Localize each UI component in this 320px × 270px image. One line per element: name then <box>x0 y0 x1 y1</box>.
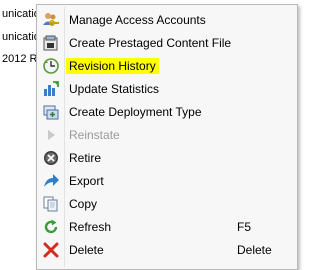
menu-item-label: Export <box>69 174 104 189</box>
menu-item-label: Update Statistics <box>69 81 160 96</box>
menu-item-label: Create Deployment Type <box>69 104 202 119</box>
shortcut-label: F5 <box>237 220 252 235</box>
menu-item-copy[interactable]: Copy <box>37 193 297 216</box>
menu-item-label: Revision History <box>66 57 159 74</box>
copy-icon <box>37 193 65 215</box>
context-menu: Manage Access Accounts Create Prestaged … <box>36 4 298 270</box>
menu-item-label: Manage Access Accounts <box>69 12 206 27</box>
list-item[interactable]: unicatio <box>2 29 40 45</box>
menu-item-create-prestaged-content-file[interactable]: Create Prestaged Content File <box>37 31 297 54</box>
menu-item-revision-history[interactable]: Revision History <box>37 54 297 77</box>
update-statistics-icon <box>37 78 65 100</box>
list-item[interactable]: unicatio <box>2 6 40 22</box>
retire-icon <box>37 147 65 169</box>
menu-item-create-deployment-type[interactable]: Create Deployment Type <box>37 100 297 123</box>
menu-item-manage-access-accounts[interactable]: Manage Access Accounts <box>37 8 297 31</box>
revision-history-icon <box>37 55 65 77</box>
menu-item-delete[interactable]: Delete Delete <box>37 239 297 262</box>
deployment-type-icon <box>37 101 65 123</box>
export-icon <box>37 170 65 192</box>
menu-item-label: Create Prestaged Content File <box>69 35 232 50</box>
users-key-icon <box>37 9 65 31</box>
menu-item-label: Refresh <box>69 220 112 235</box>
menu-item-reinstate: Reinstate <box>37 123 297 146</box>
refresh-icon <box>37 216 65 238</box>
delete-icon <box>37 239 65 261</box>
shortcut-label: Delete <box>237 243 272 258</box>
menu-item-refresh[interactable]: Refresh F5 <box>37 216 297 239</box>
menu-item-label: Copy <box>69 197 98 212</box>
menu-item-label: Delete <box>69 243 104 258</box>
menu-item-update-statistics[interactable]: Update Statistics <box>37 77 297 100</box>
prestaged-content-icon <box>37 32 65 54</box>
menu-item-label: Reinstate <box>69 128 120 143</box>
menu-item-label: Retire <box>69 151 102 166</box>
menu-item-export[interactable]: Export <box>37 170 297 193</box>
menu-item-retire[interactable]: Retire <box>37 147 297 170</box>
reinstate-icon <box>37 124 65 146</box>
